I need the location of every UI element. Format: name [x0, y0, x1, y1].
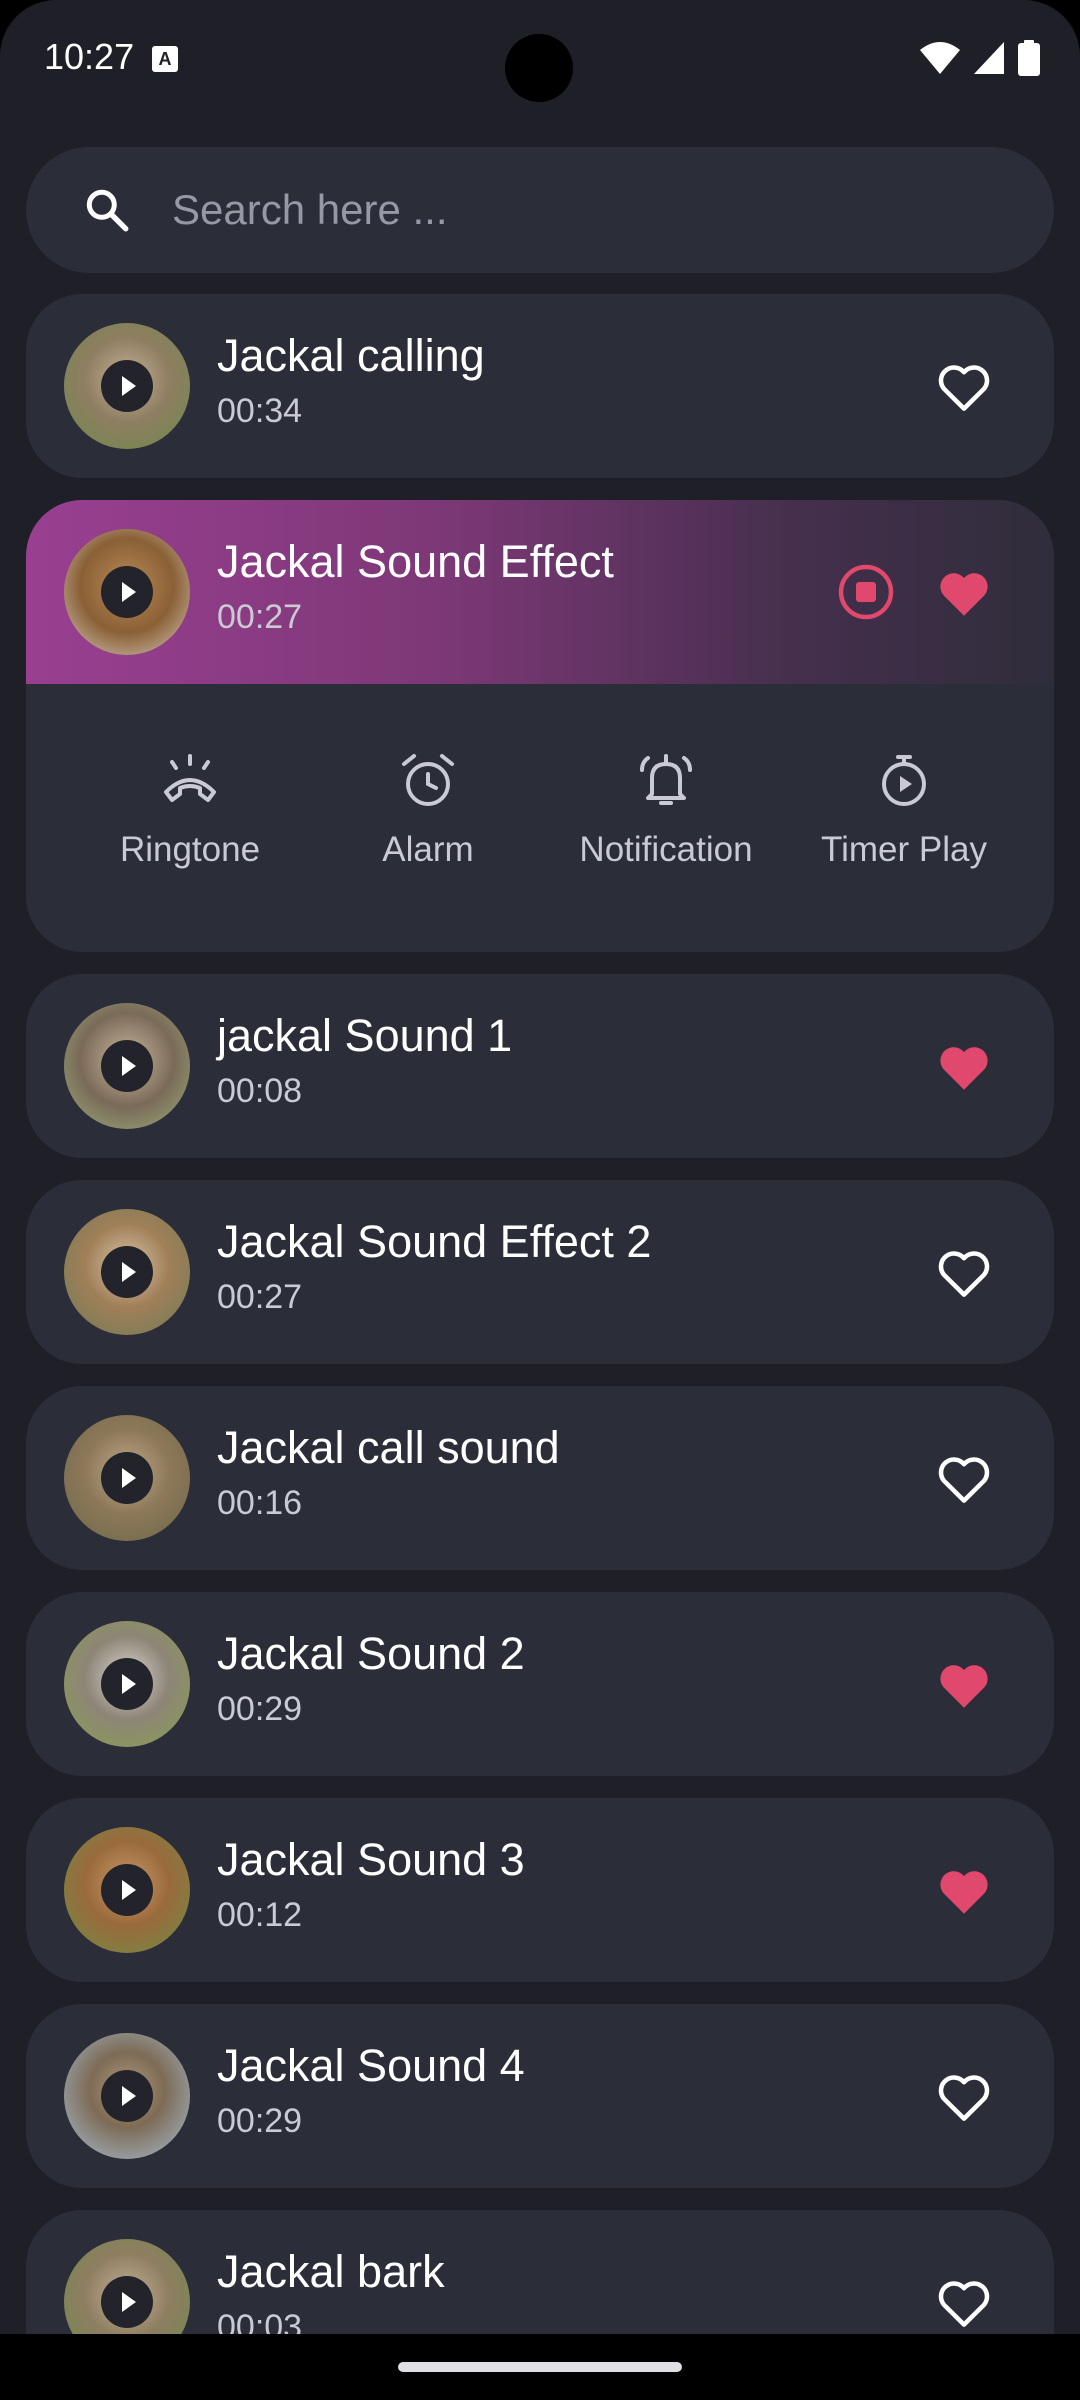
alarm-clock-icon [402, 754, 454, 806]
sound-card-header[interactable]: Jackal bark 00:03 [26, 2210, 1054, 2334]
play-icon[interactable] [101, 1864, 153, 1916]
signal-icon [974, 42, 1004, 74]
favorite-filled-icon[interactable] [936, 1660, 992, 1710]
sound-title: Jackal Sound 2 [217, 1628, 525, 1679]
play-icon[interactable] [101, 1658, 153, 1710]
sound-card[interactable]: Jackal Sound 4 00:29 [26, 2004, 1054, 2188]
sound-card-header[interactable]: Jackal Sound Effect 2 00:27 [26, 1180, 1054, 1364]
sound-thumbnail[interactable] [64, 529, 190, 655]
sound-duration: 00:08 [217, 1072, 303, 1110]
app-screen: 10:27 A Jackal calling 00:34 [0, 0, 1080, 2334]
sound-title: Jackal Sound Effect [217, 536, 614, 587]
status-time: 10:27 [44, 36, 135, 77]
sound-thumbnail[interactable] [64, 2239, 190, 2334]
sound-card-header[interactable]: Jackal call sound 00:16 [26, 1386, 1054, 1570]
action-label: Alarm [382, 830, 474, 869]
sound-duration: 00:12 [217, 1896, 303, 1934]
sound-card-header[interactable]: Jackal calling 00:34 [26, 294, 1054, 478]
alarm-button[interactable]: Alarm [309, 752, 547, 870]
sound-duration: 00:16 [217, 1484, 303, 1522]
home-indicator[interactable] [398, 2362, 682, 2372]
sound-title: Jackal bark [217, 2246, 445, 2297]
sound-list: Jackal calling 00:34 Jackal Sound Effect… [26, 294, 1054, 2334]
wifi-icon [920, 42, 960, 74]
sound-thumbnail[interactable] [64, 1209, 190, 1335]
sound-title: jackal Sound 1 [217, 1010, 513, 1061]
sound-duration: 00:27 [217, 1278, 303, 1316]
favorite-outline-icon[interactable] [936, 1248, 992, 1298]
sound-card-header[interactable]: Jackal Sound 2 00:29 [26, 1592, 1054, 1776]
notification-button[interactable]: Notification [547, 752, 785, 870]
favorite-outline-icon[interactable] [936, 2072, 992, 2122]
status-bar: 10:27 A [0, 0, 1080, 120]
sound-duration: 00:29 [217, 2102, 303, 2140]
sound-actions: Ringtone Alarm Notification Timer Play [26, 684, 1054, 952]
sound-duration: 00:27 [217, 598, 303, 636]
sound-card[interactable]: Jackal Sound Effect 2 00:27 [26, 1180, 1054, 1364]
sound-thumbnail[interactable] [64, 1003, 190, 1129]
favorite-filled-icon[interactable] [936, 1042, 992, 1092]
play-icon[interactable] [101, 2276, 153, 2328]
sound-thumbnail[interactable] [64, 1827, 190, 1953]
play-icon[interactable] [101, 566, 153, 618]
search-bar[interactable] [26, 147, 1054, 273]
keyboard-notification-icon: A [152, 46, 178, 72]
status-icons [920, 40, 1040, 76]
sound-card[interactable]: Jackal call sound 00:16 [26, 1386, 1054, 1570]
sound-duration: 00:29 [217, 1690, 303, 1728]
sound-thumbnail[interactable] [64, 323, 190, 449]
sound-duration: 00:34 [217, 392, 303, 430]
favorite-outline-icon[interactable] [936, 1454, 992, 1504]
sound-duration: 00:03 [217, 2308, 303, 2334]
sound-title: Jackal Sound 3 [217, 1834, 525, 1885]
timer-play-button[interactable]: Timer Play [785, 752, 1023, 870]
sound-card-expanded[interactable]: Jackal Sound Effect 00:27 Ringtone Alarm… [26, 500, 1054, 952]
favorite-filled-icon[interactable] [936, 568, 992, 618]
phone-ring-icon [164, 754, 216, 802]
sound-thumbnail[interactable] [64, 2033, 190, 2159]
sound-card-header[interactable]: Jackal Sound 4 00:29 [26, 2004, 1054, 2188]
play-icon[interactable] [101, 1246, 153, 1298]
sound-title: Jackal call sound [217, 1422, 560, 1473]
sound-card[interactable]: Jackal calling 00:34 [26, 294, 1054, 478]
sound-card[interactable]: Jackal Sound 3 00:12 [26, 1798, 1054, 1982]
sound-card[interactable]: Jackal bark 00:03 [26, 2210, 1054, 2334]
sound-card-header[interactable]: jackal Sound 1 00:08 [26, 974, 1054, 1158]
sound-card[interactable]: jackal Sound 1 00:08 [26, 974, 1054, 1158]
play-icon[interactable] [101, 360, 153, 412]
sound-card[interactable]: Jackal Sound 2 00:29 [26, 1592, 1054, 1776]
battery-icon [1018, 40, 1040, 76]
sound-title: Jackal calling [217, 330, 485, 381]
play-icon[interactable] [101, 1040, 153, 1092]
ringtone-button[interactable]: Ringtone [71, 752, 309, 870]
sound-card-header[interactable]: Jackal Sound 3 00:12 [26, 1798, 1054, 1982]
camera-cutout [505, 34, 573, 102]
search-icon [86, 189, 129, 232]
sound-title: Jackal Sound 4 [217, 2040, 525, 2091]
bell-icon [640, 754, 692, 805]
favorite-filled-icon[interactable] [936, 1866, 992, 1916]
sound-title: Jackal Sound Effect 2 [217, 1216, 652, 1267]
sound-card-header[interactable]: Jackal Sound Effect 00:27 [26, 500, 1054, 684]
action-label: Timer Play [821, 830, 987, 869]
search-input[interactable] [172, 147, 1012, 273]
sound-thumbnail[interactable] [64, 1621, 190, 1747]
favorite-outline-icon[interactable] [936, 362, 992, 412]
play-icon[interactable] [101, 1452, 153, 1504]
action-label: Ringtone [119, 830, 261, 869]
sound-thumbnail[interactable] [64, 1415, 190, 1541]
play-icon[interactable] [101, 2070, 153, 2122]
stop-icon[interactable] [836, 562, 896, 622]
favorite-outline-icon[interactable] [936, 2278, 992, 2328]
timer-icon [882, 755, 926, 806]
action-label: Notification [579, 830, 753, 869]
